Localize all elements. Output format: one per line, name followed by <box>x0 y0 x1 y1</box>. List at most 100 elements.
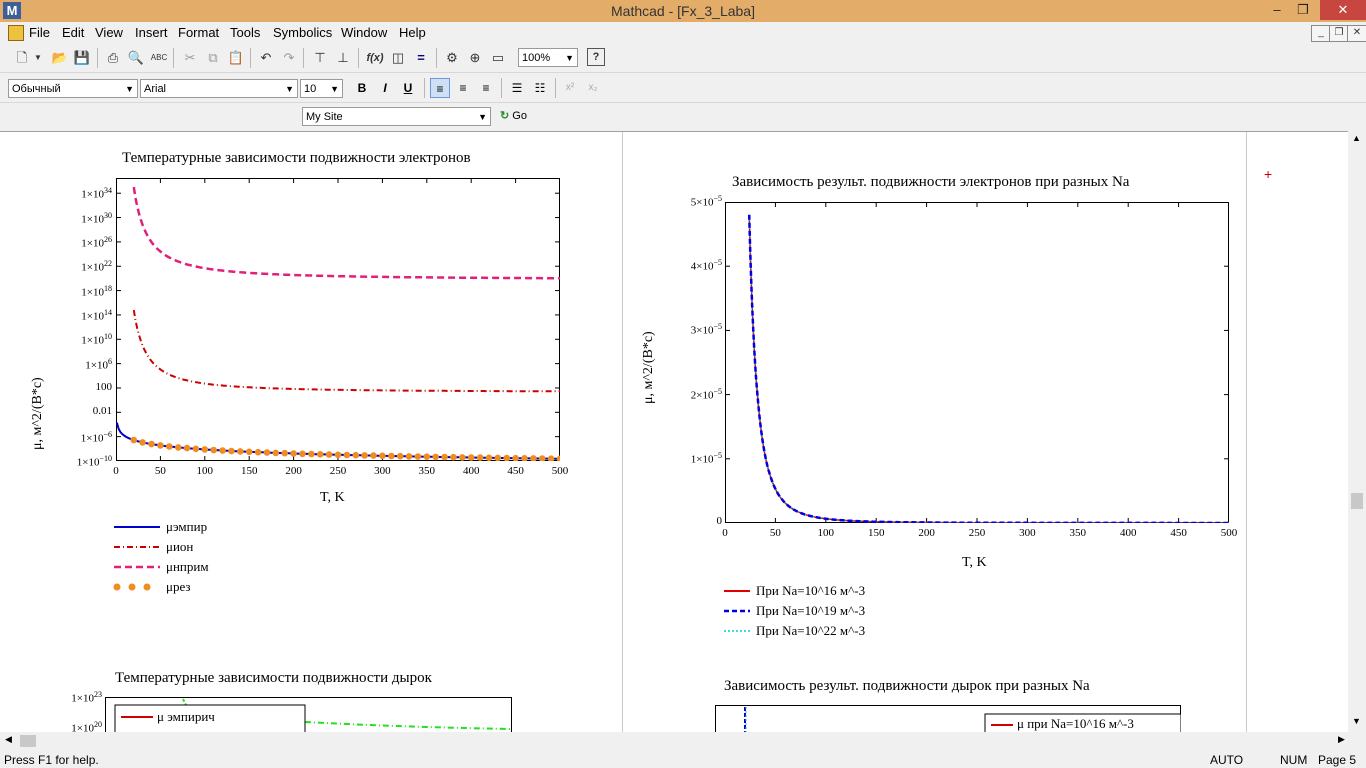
style-select[interactable]: Обычный ▼ <box>8 79 138 98</box>
plot2-legend-na19: При Na=10^19 м^-3 <box>756 603 866 618</box>
new-dropdown-icon[interactable]: ▼ <box>32 48 44 68</box>
menu-file[interactable]: File <box>29 25 50 40</box>
subscript-icon[interactable]: x₂ <box>583 78 603 98</box>
paste-icon[interactable]: 📋 <box>226 48 246 68</box>
scroll-left-icon[interactable]: ◀ <box>5 734 12 745</box>
rez-point <box>272 449 280 457</box>
numbering-icon[interactable]: ☷ <box>530 78 550 98</box>
rez-point <box>556 455 560 461</box>
rez-point <box>352 451 360 459</box>
standard-toolbar: 🗋 ▼ 📂 💾 ⎙ 🔍 ABC ✂ ⧉ 📋 ↶ ↷ ⊤ ⊥ f(x) ◫ = ⚙… <box>0 44 1366 72</box>
doc-restore-icon[interactable]: ❐ <box>1329 25 1349 42</box>
plot2-ytick-label: 2×10−5 <box>690 386 722 402</box>
spell-check-icon[interactable]: ABC <box>149 48 169 68</box>
horizontal-scrollbar[interactable]: ◀ ▶ <box>0 732 1366 750</box>
scroll-right-icon[interactable]: ▶ <box>1338 734 1345 745</box>
doc-close-icon[interactable]: ✕ <box>1347 25 1366 42</box>
component-icon[interactable]: ⊕ <box>465 48 485 68</box>
zoom-select[interactable]: 100% ▼ <box>518 48 578 67</box>
web-toolbar: My Site ▼ ↻ Go <box>0 102 1366 132</box>
menu-help[interactable]: Help <box>399 25 426 40</box>
align-right-icon[interactable]: ≡ <box>476 78 496 98</box>
bullets-icon[interactable]: ☰ <box>507 78 527 98</box>
font-select[interactable]: Arial ▼ <box>140 79 298 98</box>
undo-icon[interactable]: ↶ <box>256 48 276 68</box>
plot2-ylabel: μ, м^2/(В*с) <box>641 331 656 404</box>
font-size-select[interactable]: 10 ▼ <box>300 79 343 98</box>
status-num: NUM <box>1280 753 1308 767</box>
menu-view[interactable]: View <box>95 25 123 40</box>
plot4-legend-na16: μ при Na=10^16 м^-3 <box>1017 716 1134 731</box>
new-icon[interactable]: 🗋 <box>12 48 32 68</box>
plot2-title: Зависимость результ. подвижности электро… <box>732 174 1130 190</box>
plot3-ytick: 1×1023 <box>71 690 102 705</box>
site-select[interactable]: My Site ▼ <box>302 107 491 126</box>
save-icon[interactable]: 💾 <box>72 48 92 68</box>
scroll-up-icon[interactable]: ▲ <box>1352 133 1361 143</box>
help-icon[interactable]: ? <box>587 48 605 66</box>
bold-button[interactable]: B <box>352 78 372 98</box>
cut-icon[interactable]: ✂ <box>180 48 200 68</box>
align-icon[interactable]: ⊤ <box>310 48 330 68</box>
insertion-cursor-icon: + <box>1264 166 1273 182</box>
insert-unit-icon[interactable]: ◫ <box>388 48 408 68</box>
align-left-icon[interactable]: ≡ <box>430 78 450 98</box>
rez-point <box>379 452 386 460</box>
scroll-down-icon[interactable]: ▼ <box>1352 716 1361 726</box>
formatting-toolbar: Обычный ▼ Arial ▼ 10 ▼ B I U ≡ ≡ ≡ ☰ ☷ x² x… <box>0 72 1366 103</box>
plot1-legend-empir: μэмпир <box>166 519 208 534</box>
plot2-legend-na22: При Na=10^22 м^-3 <box>756 623 866 638</box>
rez-point <box>219 447 226 454</box>
close-icon[interactable]: ✕ <box>1320 0 1366 20</box>
print-icon[interactable]: ⎙ <box>103 48 123 68</box>
plot1-area[interactable] <box>116 178 560 461</box>
underline-button[interactable]: U <box>398 78 418 98</box>
print-preview-icon[interactable]: 🔍 <box>126 48 146 68</box>
plot1-xtick-label: 50 <box>154 465 166 477</box>
plot2-xtick-label: 250 <box>968 527 986 539</box>
superscript-icon[interactable]: x² <box>560 78 580 98</box>
horizontal-scroll-thumb[interactable] <box>20 735 36 747</box>
title-bar: M Mathcad - [Fx_3_Laba] ‒ ❐ ✕ <box>0 0 1366 22</box>
go-button[interactable]: ↻ Go <box>500 109 527 122</box>
rez-point <box>290 450 297 457</box>
series-na19-line <box>747 214 1229 523</box>
menu-tools[interactable]: Tools <box>230 25 260 40</box>
resource-center-icon[interactable]: ⚙ <box>442 48 462 68</box>
align-center-icon[interactable]: ≡ <box>453 78 473 98</box>
insert-function-icon[interactable]: f(x) <box>365 48 385 68</box>
vertical-scroll-thumb[interactable] <box>1351 493 1363 509</box>
plot2-xtick-label: 50 <box>769 527 781 539</box>
plot1-ytick-label: 1×1014 <box>81 307 112 323</box>
menu-format[interactable]: Format <box>178 25 219 40</box>
minimize-icon[interactable]: ‒ <box>1266 0 1288 20</box>
menu-window[interactable]: Window <box>341 25 387 40</box>
rez-point <box>201 446 209 453</box>
status-page: Page 5 <box>1318 753 1357 767</box>
window-icon[interactable]: ▭ <box>488 48 508 68</box>
italic-button[interactable]: I <box>375 78 395 98</box>
open-icon[interactable]: 📂 <box>50 48 70 68</box>
plot2-ytick-label: 3×10−5 <box>690 322 722 338</box>
calculate-icon[interactable]: = <box>411 48 431 68</box>
vertical-scrollbar[interactable]: ▲ ▼ <box>1348 131 1366 732</box>
doc-minimize-icon[interactable]: _ <box>1311 25 1331 42</box>
rez-point <box>405 453 413 460</box>
rez-point <box>370 452 377 459</box>
menu-insert[interactable]: Insert <box>135 25 168 40</box>
plot1-xtick-label: 250 <box>329 465 347 477</box>
plot2-area[interactable] <box>725 202 1229 523</box>
restore-icon[interactable]: ❐ <box>1292 0 1314 20</box>
rez-point <box>210 446 217 454</box>
menu-symbolics[interactable]: Symbolics <box>273 25 332 40</box>
menu-edit[interactable]: Edit <box>62 25 84 40</box>
window-title: Mathcad - [Fx_3_Laba] <box>611 3 755 19</box>
rez-point <box>538 455 546 461</box>
plot2-ytick-label: 4×10−5 <box>690 258 722 273</box>
distribute-icon[interactable]: ⊥ <box>333 48 353 68</box>
copy-icon[interactable]: ⧉ <box>203 48 223 68</box>
rez-point <box>503 454 510 461</box>
redo-icon[interactable]: ↷ <box>279 48 299 68</box>
worksheet[interactable]: + Температурные зависимости подвижности … <box>0 131 1348 733</box>
document-icon[interactable] <box>8 25 24 41</box>
